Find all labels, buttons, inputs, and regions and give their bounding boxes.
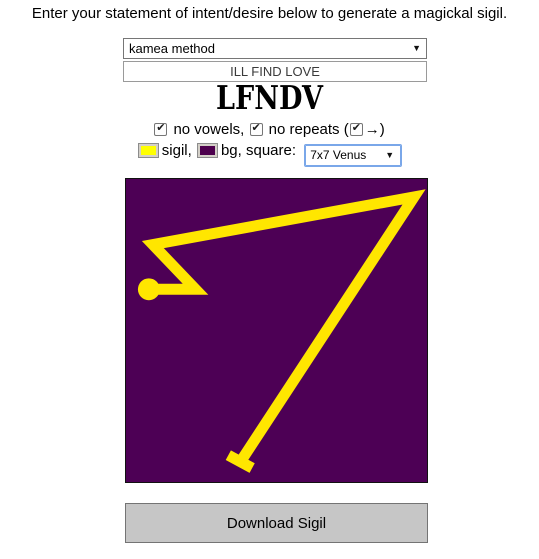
no-vowels-label: no vowels, [173,121,245,138]
no-repeats-checkbox[interactable] [249,121,263,136]
square-select-wrap[interactable]: 7x7 Venus ▼ [304,144,403,167]
square-select[interactable]: 7x7 Venus [304,144,403,167]
bg-color-swatch[interactable] [196,143,218,158]
sigil-color-label: sigil, [161,142,192,159]
sigil-start-dot [137,278,160,301]
right-arrow-icon: → [364,121,380,138]
method-select[interactable]: kamea method [123,38,427,59]
sigil-color-swatch[interactable] [137,143,159,158]
no-repeats-label: no repeats ( [268,121,349,138]
sigil-color-fill [140,146,156,155]
close-paren-label: ) [379,121,385,138]
bg-color-label: bg, square: [220,142,297,159]
bg-color-fill [199,146,215,155]
page-title: Enter your statement of intent/desire be… [31,5,508,22]
sigil-generator-page: Enter your statement of intent/desire be… [0,0,539,559]
method-select-wrap[interactable]: kamea method ▼ [123,38,427,59]
sigil-form: kamea method ▼ [123,38,427,82]
options-row-checkboxes: no vowels, no repeats ( →) [0,121,539,139]
sigil-drawing [126,179,427,482]
options-row-colors: sigil, bg, square: 7x7 Venus ▼ [0,142,539,167]
reverse-order-checkbox[interactable] [349,121,363,136]
download-sigil-button[interactable]: Download Sigil [125,503,428,543]
sigil-canvas [125,178,428,483]
no-vowels-checkbox[interactable] [154,121,168,136]
sigil-letters: LFNDV [216,78,323,117]
